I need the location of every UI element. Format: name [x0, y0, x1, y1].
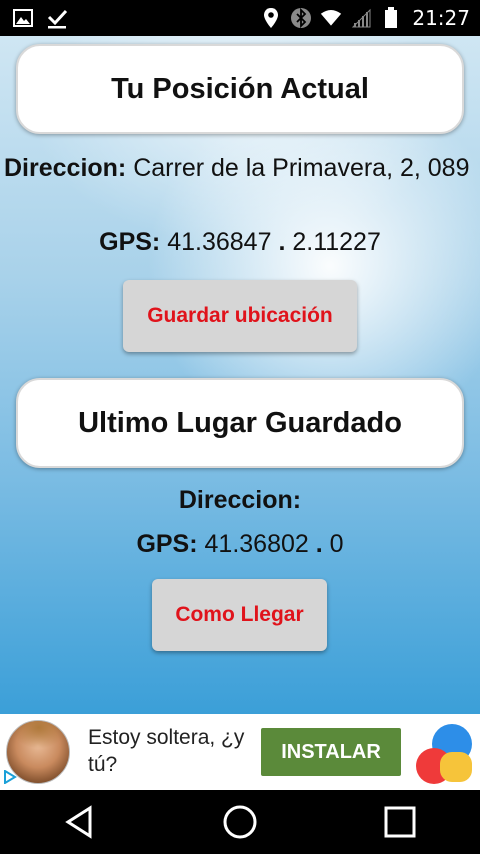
recents-icon[interactable]: [370, 792, 430, 852]
ad-install-button[interactable]: INSTALAR: [261, 728, 401, 776]
navigation-bar: [0, 790, 480, 854]
signal-icon: [350, 7, 372, 29]
adchoices-icon[interactable]: [0, 766, 20, 788]
saved-address-label: Direccion:: [178, 486, 302, 514]
status-right: 21:27: [260, 6, 470, 30]
download-done-icon: [46, 7, 68, 29]
current-gps-separator: .: [278, 228, 286, 256]
saved-gps-lat: 41.36802: [204, 530, 309, 558]
location-icon: [260, 7, 282, 29]
saved-address-line: Direccion:: [0, 486, 480, 515]
ad-text[interactable]: Estoy soltera, ¿y tú?: [88, 724, 258, 778]
current-gps-label: GPS:: [99, 228, 161, 256]
saved-gps-separator: .: [315, 530, 323, 558]
home-icon[interactable]: [210, 792, 270, 852]
back-icon[interactable]: [50, 792, 110, 852]
saved-place-card: Ultimo Lugar Guardado: [16, 378, 464, 468]
current-address-label: Direccion:: [4, 154, 127, 182]
ad-banner[interactable]: Estoy soltera, ¿y tú? INSTALAR: [0, 714, 480, 790]
main-content: Tu Posición Actual Direccion: Carrer de …: [0, 36, 480, 714]
current-gps-lon: 2.11227: [292, 228, 381, 256]
current-position-card: Tu Posición Actual: [16, 44, 464, 134]
saved-gps-lon: 0: [329, 530, 344, 558]
ad-app-logo-icon[interactable]: [410, 722, 474, 786]
battery-icon: [380, 7, 402, 29]
wifi-icon: [320, 7, 342, 29]
save-location-button[interactable]: Guardar ubicación: [123, 280, 357, 352]
current-address-value: Carrer de la Primavera, 2, 089: [133, 154, 470, 182]
current-position-title: Tu Posición Actual: [111, 72, 369, 105]
status-time: 21:27: [412, 6, 470, 30]
current-gps-lat: 41.36847: [167, 228, 272, 256]
current-address-line: Direccion: Carrer de la Primavera, 2, 08…: [4, 154, 480, 183]
bluetooth-icon: [290, 7, 312, 29]
saved-gps-line: GPS: 41.36802 . 0: [0, 530, 480, 559]
status-left: [12, 7, 68, 29]
status-bar: 21:27: [0, 0, 480, 36]
directions-button[interactable]: Como Llegar: [152, 579, 327, 651]
current-gps-line: GPS: 41.36847 . 2.11227: [0, 228, 480, 257]
image-icon: [12, 7, 34, 29]
saved-place-title: Ultimo Lugar Guardado: [78, 406, 402, 439]
saved-gps-label: GPS:: [136, 530, 198, 558]
